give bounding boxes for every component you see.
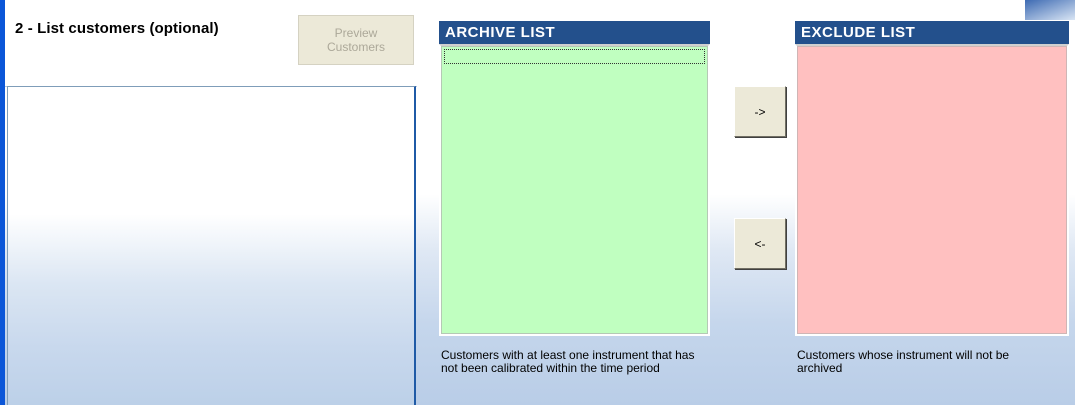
- customer-list-box[interactable]: [7, 86, 416, 405]
- exclude-list-caption: Customers whose instrument will not be a…: [797, 348, 1010, 375]
- archive-listbox[interactable]: [439, 44, 710, 336]
- preview-button-label-line1: Preview: [334, 26, 378, 40]
- move-to-exclude-button[interactable]: ->: [734, 86, 786, 137]
- decorative-corner: [1025, 0, 1075, 20]
- archive-list-focus-row[interactable]: [444, 49, 705, 64]
- archive-list-header: ARCHIVE LIST: [439, 21, 710, 44]
- exclude-listbox[interactable]: [795, 44, 1069, 336]
- move-to-archive-button[interactable]: <-: [734, 218, 786, 269]
- section-title: 2 - List customers (optional): [15, 20, 219, 37]
- archive-list-caption: Customers with at least one instrument t…: [441, 348, 695, 375]
- preview-button-label-line2: Customers: [326, 40, 385, 54]
- preview-customers-button[interactable]: Preview Customers: [298, 15, 414, 65]
- exclude-list-header: EXCLUDE LIST: [795, 21, 1069, 44]
